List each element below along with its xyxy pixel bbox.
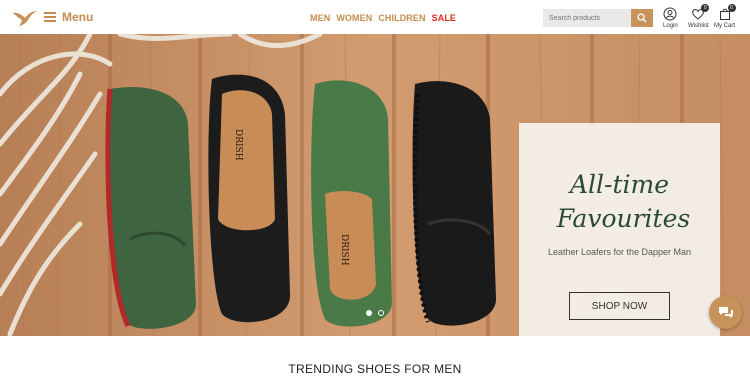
shoe-brand-text-2: DRISH — [339, 234, 349, 266]
nav-men[interactable]: MEN — [310, 13, 330, 23]
shoe-brand-text-1: DRISH — [233, 129, 243, 161]
promo-card: All-time Favourites Leather Loafers for … — [519, 123, 720, 336]
main-nav: MEN WOMEN CHILDREN SALE — [310, 13, 456, 23]
chat-icon — [718, 306, 733, 318]
carousel-dot-2[interactable] — [378, 310, 384, 316]
search-input[interactable] — [543, 9, 631, 27]
wishlist-count-badge: 0 — [701, 4, 710, 12]
trending-section-title: TRENDING SHOES FOR MEN — [288, 362, 462, 376]
site-header: Menu MEN WOMEN CHILDREN SALE Login — [0, 0, 750, 34]
nav-children[interactable]: CHILDREN — [378, 13, 425, 23]
search-icon — [637, 13, 647, 23]
hero-banner[interactable]: DRISH DRISH All-time Favourites Leather … — [0, 34, 750, 336]
wishlist-label: Wishlist — [688, 23, 709, 29]
promo-title-line1: All-time — [569, 170, 670, 199]
cart-label: My Cart — [714, 23, 735, 29]
nav-sale[interactable]: SALE — [432, 13, 456, 23]
promo-title-line2: Favourites — [556, 204, 691, 233]
user-icon — [663, 7, 677, 21]
bird-logo-icon[interactable] — [12, 9, 38, 27]
menu-label: Menu — [62, 10, 94, 24]
shop-now-button[interactable]: SHOP NOW — [569, 292, 670, 320]
hamburger-icon — [44, 12, 56, 22]
login-label: Login — [663, 23, 678, 29]
login-button[interactable]: Login — [663, 7, 678, 29]
nav-women[interactable]: WOMEN — [336, 13, 372, 23]
wishlist-button[interactable]: 0 Wishlist — [688, 4, 710, 29]
menu-button[interactable]: Menu — [44, 10, 93, 24]
cart-button[interactable]: 0 My Cart — [714, 4, 736, 29]
search-button[interactable] — [631, 9, 653, 27]
carousel-dots — [366, 310, 384, 316]
cart-count-badge: 0 — [727, 4, 736, 12]
promo-subtitle: Leather Loafers for the Dapper Man — [547, 247, 692, 257]
carousel-dot-1[interactable] — [366, 310, 372, 316]
chat-button[interactable] — [709, 296, 742, 329]
search-bar — [543, 9, 653, 27]
